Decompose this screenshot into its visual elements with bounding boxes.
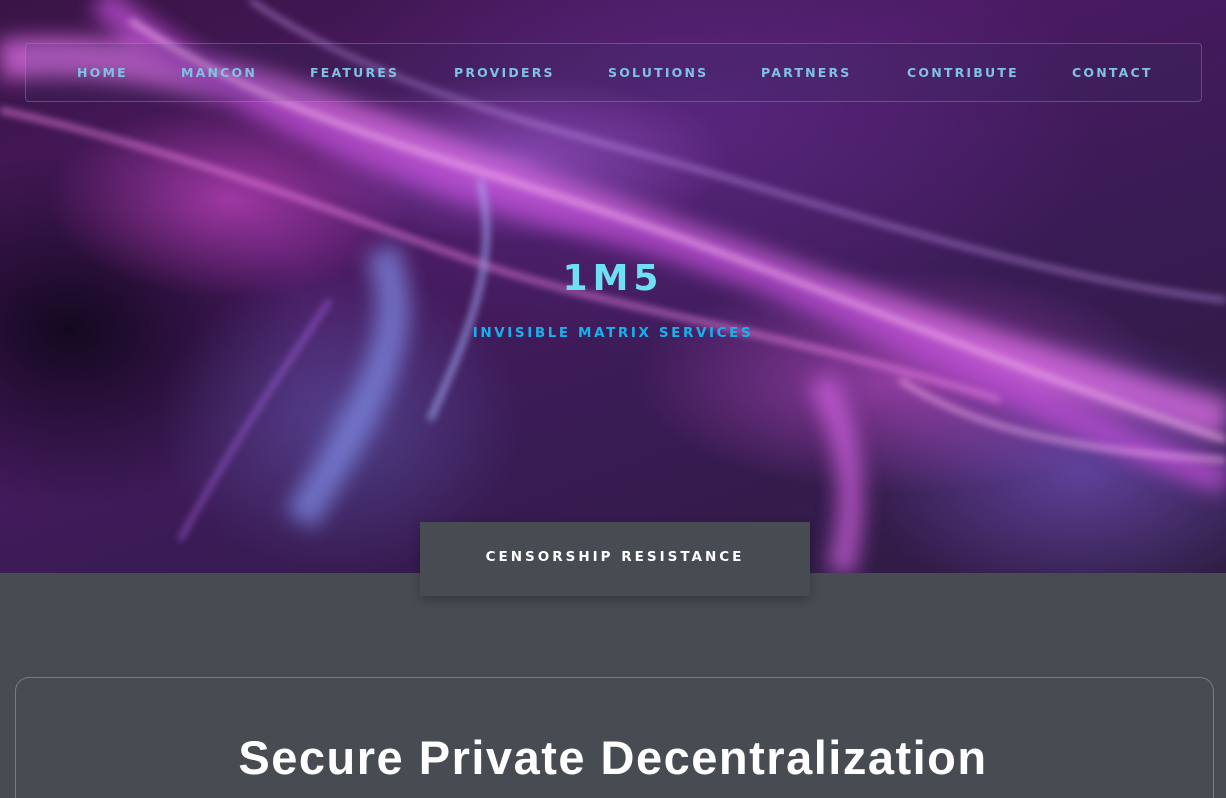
nav-item-contribute[interactable]: CONTRIBUTE — [907, 65, 1019, 80]
nav-item-home[interactable]: HOME — [77, 65, 128, 80]
nav-item-providers[interactable]: PROVIDERS — [454, 65, 555, 80]
nav-item-features[interactable]: FEATURES — [310, 65, 399, 80]
main-nav: HOME MANCON FEATURES PROVIDERS SOLUTIONS… — [25, 43, 1202, 102]
hero-background: HOME MANCON FEATURES PROVIDERS SOLUTIONS… — [0, 0, 1226, 573]
tab-censorship-resistance[interactable]: CENSORSHIP RESISTANCE — [420, 522, 810, 596]
hero-subtitle: INVISIBLE MATRIX SERVICES — [472, 325, 754, 341]
hero-title: 1M5 — [562, 258, 664, 299]
nav-item-solutions[interactable]: SOLUTIONS — [608, 65, 708, 80]
page: HOME MANCON FEATURES PROVIDERS SOLUTIONS… — [0, 0, 1226, 798]
nav-item-contact[interactable]: CONTACT — [1072, 65, 1153, 80]
nav-item-mancon[interactable]: MANCON — [181, 65, 257, 80]
tab-label: CENSORSHIP RESISTANCE — [485, 549, 745, 565]
nav-item-partners[interactable]: PARTNERS — [761, 65, 852, 80]
section-heading: Secure Private Decentralization — [238, 731, 988, 784]
